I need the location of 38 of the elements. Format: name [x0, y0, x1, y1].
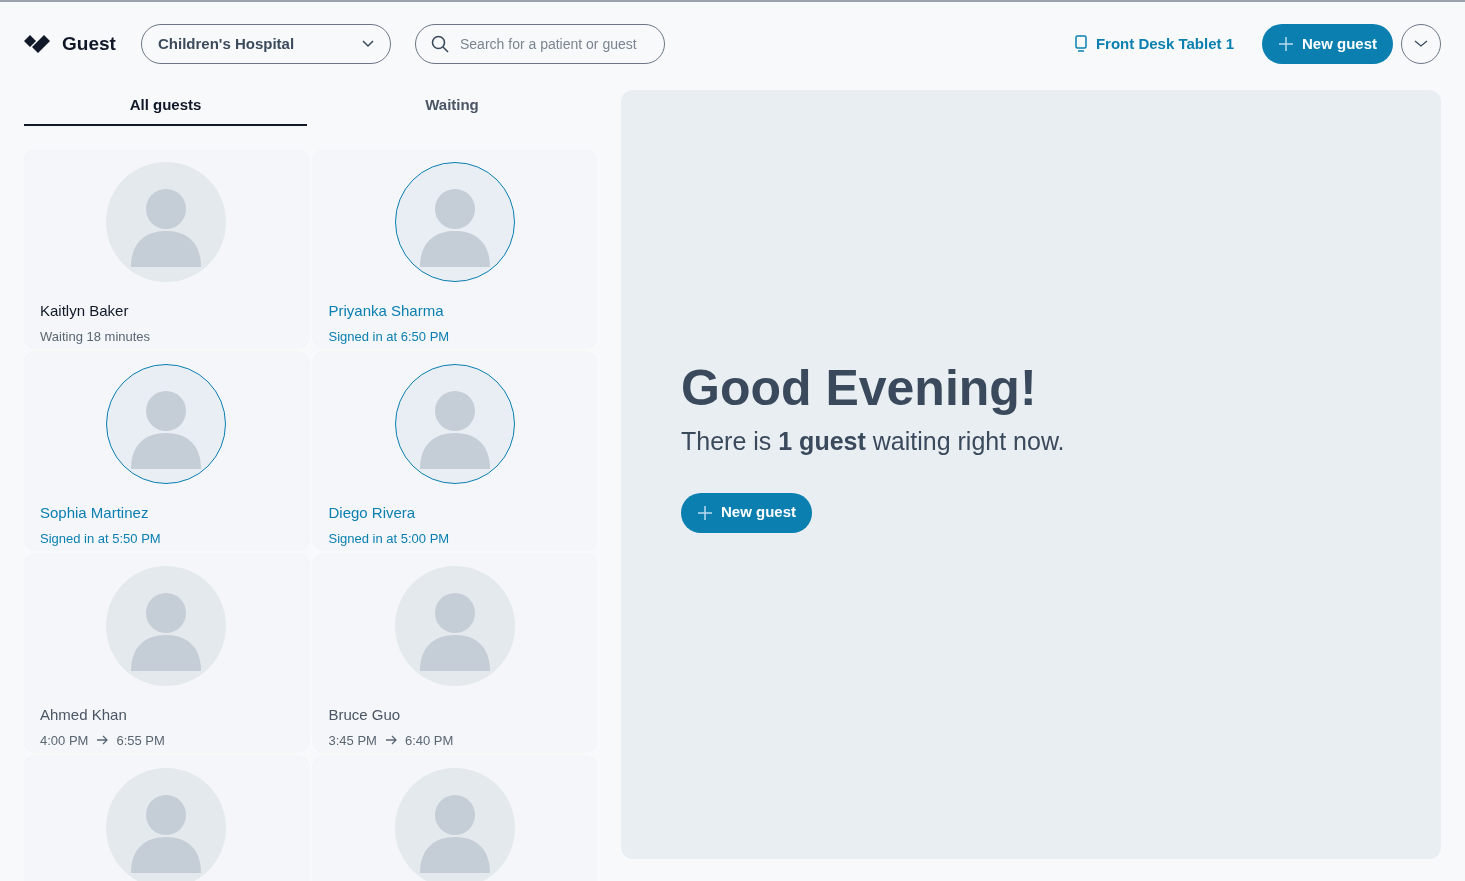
guest-status: Signed in at 5:50 PM [40, 529, 162, 548]
app-title: Guest [62, 31, 116, 56]
guest-name: Ahmed Khan [40, 705, 128, 725]
time-out: 6:40 PM [404, 731, 454, 750]
guest-card[interactable]: Priyanka Sharma Signed in at 6:50 PM [312, 150, 597, 348]
guest-status: Signed in at 6:50 PM [328, 327, 451, 346]
guest-name: Priyanka Sharma [328, 301, 445, 321]
arrow-right-icon [96, 735, 109, 746]
waiting-message: There is 1 guest waiting right now. [681, 426, 1066, 457]
new-guest-button[interactable]: New guest [681, 492, 812, 533]
guest-card[interactable]: Bruce Guo 3:45 PM 6:40 PM [312, 554, 597, 752]
tablet-icon [1073, 35, 1088, 53]
tab[interactable]: All guests [24, 86, 307, 126]
plus-icon [697, 504, 713, 521]
tab[interactable]: Waiting [307, 86, 597, 126]
chevron-down-icon [1414, 40, 1428, 48]
guest-name: Diego Rivera [328, 503, 417, 523]
guest-name: Kaitlyn Baker [40, 301, 130, 321]
search-icon [431, 35, 449, 53]
arrow-right-icon [384, 735, 397, 746]
chevron-down-icon [362, 40, 374, 48]
search-field[interactable]: Search for a patient or guest [415, 24, 665, 64]
time-out: 6:55 PM [116, 731, 165, 750]
guest-card[interactable]: Ahmed Khan 4:00 PM 6:55 PM [24, 554, 309, 752]
guest-status: Signed in at 5:00 PM [328, 529, 451, 548]
new-guest-button[interactable]: New guest [1262, 24, 1393, 64]
guest-card[interactable]: Kaitlyn Baker Waiting 18 minutes [24, 150, 309, 348]
guest-card[interactable]: Diego Rivera Signed in at 5:00 PM [312, 352, 597, 550]
time-in: 4:00 PM [40, 731, 89, 750]
greeting-heading: Good Evening! [681, 358, 1038, 418]
device-label[interactable]: Front Desk Tablet 1 [1095, 32, 1234, 56]
guest-name: Sophia Martinez [40, 503, 150, 523]
logo-icon [24, 35, 50, 53]
guest-name: Bruce Guo [328, 705, 402, 725]
guest-status: Waiting 18 minutes [40, 327, 152, 346]
time-in: 3:45 PM [328, 731, 377, 750]
plus-icon [1278, 36, 1294, 52]
guest-card[interactable]: Sophia Martinez Signed in at 5:50 PM [24, 352, 309, 550]
